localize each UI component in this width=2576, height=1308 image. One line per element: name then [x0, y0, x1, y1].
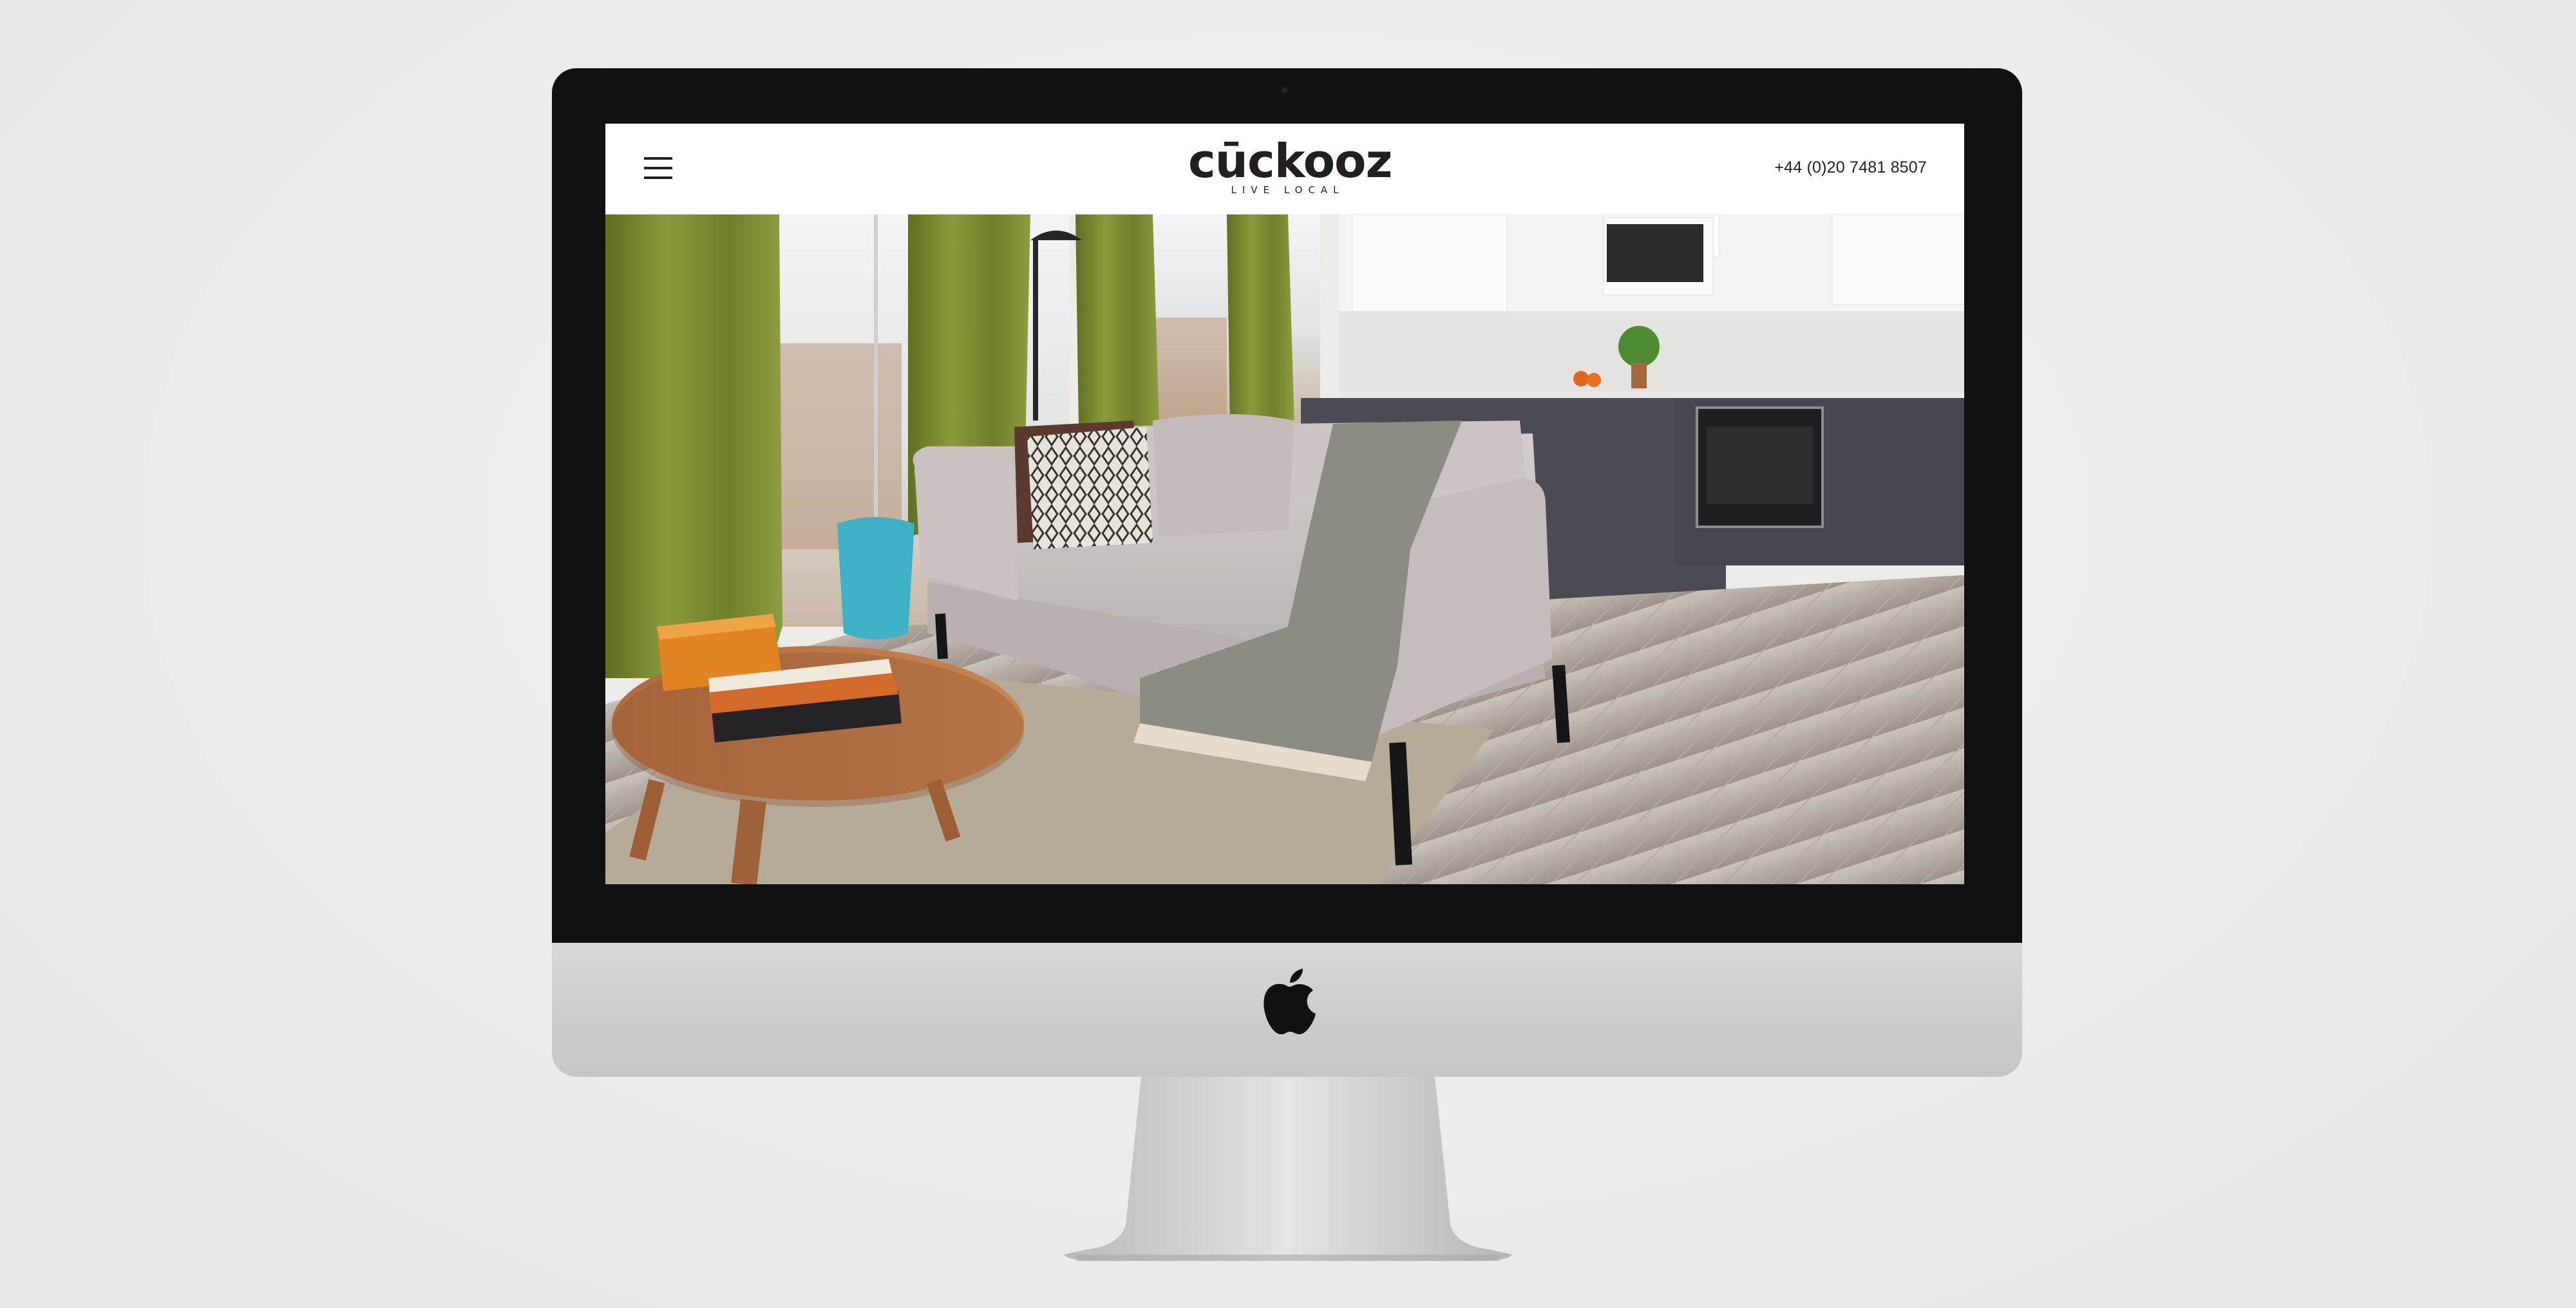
brand-name: cūckooz [1188, 134, 1392, 188]
apple-icon [1264, 969, 1316, 1034]
camera-icon [1281, 86, 1289, 94]
site-header: cūckooz LIVE LOCAL +44 (0)20 7481 8507 [605, 124, 1964, 214]
hamburger-menu-icon[interactable] [644, 157, 672, 179]
imac-stand [1064, 1077, 1512, 1261]
phone-number-link[interactable]: +44 (0)20 7481 8507 [1774, 158, 1927, 177]
hero-image [605, 214, 1964, 884]
browser-screen: cūckooz LIVE LOCAL +44 (0)20 7481 8507 [605, 124, 1964, 884]
brand-logo[interactable]: cūckooz LIVE LOCAL [1188, 134, 1392, 196]
